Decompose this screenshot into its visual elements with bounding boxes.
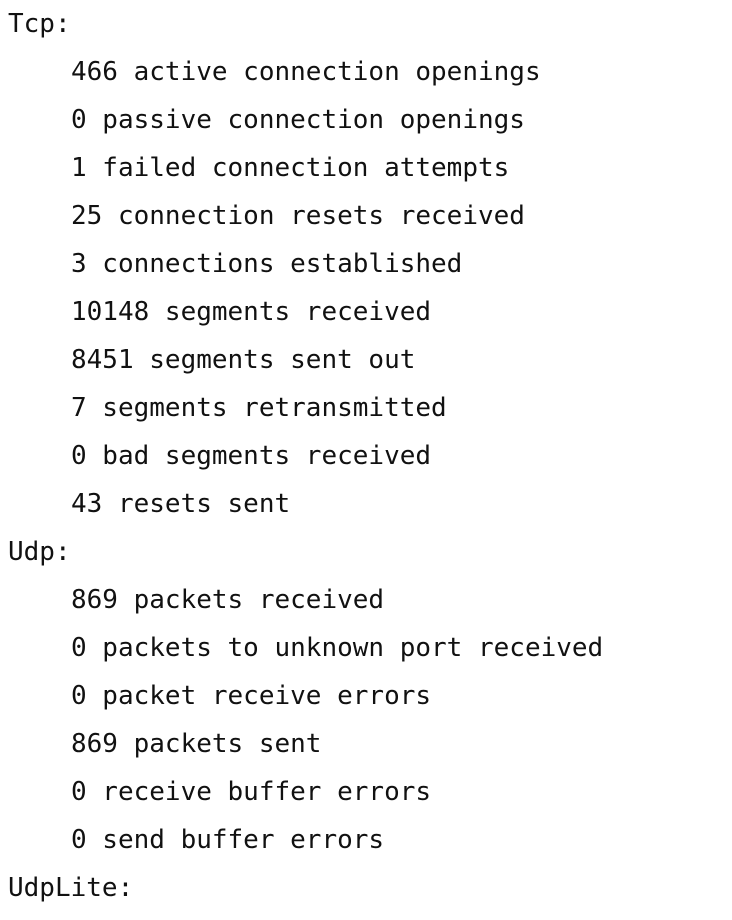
stat-line-tcp-passive-openings: 0 passive connection openings (71, 105, 525, 135)
stat-line-tcp-segments-sent: 8451 segments sent out (71, 345, 416, 375)
stat-line-tcp-active-openings: 466 active connection openings (71, 57, 541, 87)
stat-line-udp-receive-errors: 0 packet receive errors (71, 681, 432, 711)
stat-line-tcp-segments-received: 10148 segments received (71, 297, 432, 327)
stat-line-udp-send-buffer-errors: 0 send buffer errors (71, 825, 385, 855)
stat-line-tcp-resets-received: 25 connection resets received (71, 201, 525, 231)
section-header-tcp: Tcp: (8, 9, 71, 39)
stat-line-tcp-failed-attempts: 1 failed connection attempts (71, 153, 510, 183)
stat-line-tcp-segments-retransmitted: 7 segments retransmitted (71, 393, 447, 423)
stat-line-udp-unknown-port: 0 packets to unknown port received (71, 633, 604, 663)
section-header-udplite: UdpLite: (8, 873, 134, 903)
stat-line-tcp-resets-sent: 43 resets sent (71, 489, 291, 519)
stat-line-tcp-bad-segments: 0 bad segments received (71, 441, 432, 471)
stat-line-udp-packets-received: 869 packets received (71, 585, 385, 615)
stat-line-udp-receive-buffer-errors: 0 receive buffer errors (71, 777, 432, 807)
stat-line-udp-packets-sent: 869 packets sent (71, 729, 322, 759)
terminal-output: Tcp: 466 active connection openings 0 pa… (0, 0, 732, 915)
section-header-udp: Udp: (8, 537, 71, 567)
stat-line-tcp-established: 3 connections established (71, 249, 463, 279)
